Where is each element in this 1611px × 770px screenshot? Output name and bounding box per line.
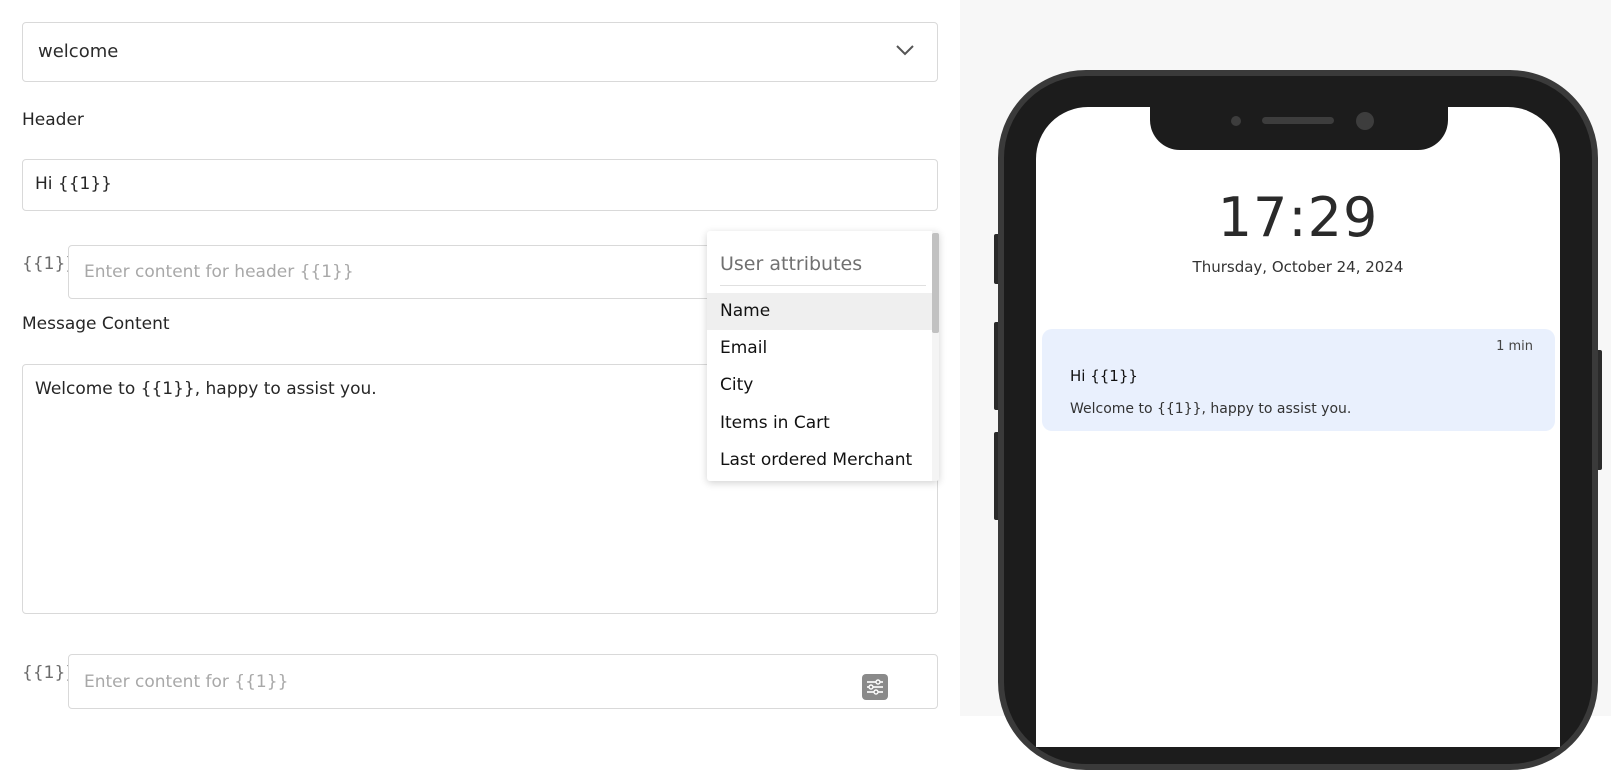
dropdown-item-email[interactable]: Email bbox=[707, 330, 932, 367]
dropdown-title: User attributes bbox=[720, 253, 863, 275]
speaker-grille bbox=[1262, 117, 1334, 124]
template-select-value: welcome bbox=[38, 41, 119, 62]
lockscreen-time: 17:29 bbox=[1217, 186, 1379, 249]
dropdown-item-items-in-cart[interactable]: Items in Cart bbox=[707, 405, 932, 442]
front-camera-icon bbox=[1356, 112, 1374, 130]
message-variable-placeholder: Enter content for {{1}} bbox=[84, 672, 289, 692]
header-input[interactable]: Hi {{1}} bbox=[22, 159, 938, 211]
lockscreen-date: Thursday, October 24, 2024 bbox=[1192, 258, 1404, 276]
message-content-label: Message Content bbox=[22, 314, 170, 334]
notification-title: Hi {{1}} bbox=[1070, 367, 1138, 385]
dropdown-item-city[interactable]: City bbox=[707, 367, 932, 404]
dropdown-item-name[interactable]: Name bbox=[707, 293, 932, 330]
dropdown-item-last-ordered-merchant[interactable]: Last ordered Merchant bbox=[707, 442, 932, 479]
dropdown-scrollbar-thumb[interactable] bbox=[932, 233, 939, 333]
dropdown-divider bbox=[720, 285, 926, 286]
notification-card: 1 min Hi {{1}} Welcome to {{1}}, happy t… bbox=[1042, 329, 1555, 431]
sliders-icon[interactable] bbox=[862, 674, 888, 700]
header-input-value: Hi {{1}} bbox=[35, 174, 112, 194]
chevron-down-icon bbox=[896, 45, 914, 56]
user-attributes-dropdown[interactable]: User attributes Name Email City Items in… bbox=[707, 231, 939, 481]
header-variable-placeholder: Enter content for header {{1}} bbox=[84, 262, 354, 282]
phone-notch bbox=[1150, 100, 1448, 150]
notification-age: 1 min bbox=[1496, 339, 1533, 354]
message-variable-input[interactable]: Enter content for {{1}} bbox=[68, 654, 938, 709]
message-content-value: Welcome to {{1}}, happy to assist you. bbox=[35, 379, 377, 399]
header-label: Header bbox=[22, 110, 84, 130]
template-select[interactable]: welcome bbox=[22, 22, 938, 82]
proximity-sensor-icon bbox=[1231, 116, 1241, 126]
notification-body: Welcome to {{1}}, happy to assist you. bbox=[1070, 401, 1352, 417]
